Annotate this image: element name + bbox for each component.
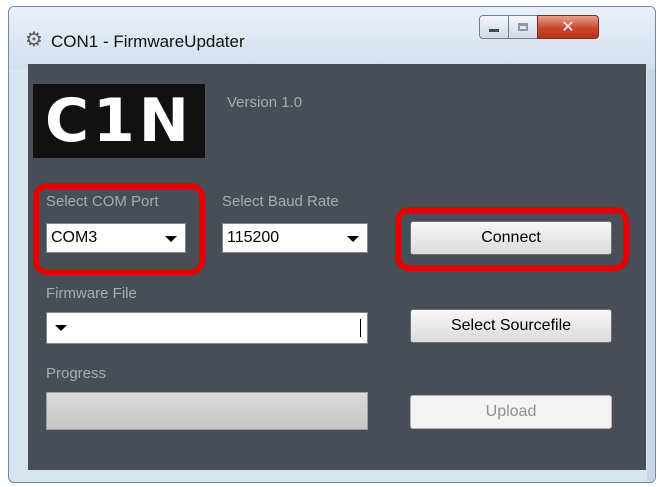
minimize-button[interactable] [479, 15, 509, 39]
title-bar[interactable]: ⚙ CON1 - FirmwareUpdater ✕ [9, 7, 655, 69]
chevron-down-icon[interactable] [55, 325, 67, 331]
text-caret [360, 319, 361, 337]
close-icon: ✕ [561, 17, 575, 36]
progress-label: Progress [46, 365, 107, 382]
baud-rate-label: Select Baud Rate [222, 193, 339, 210]
com-port-select[interactable]: COM3 [46, 223, 186, 253]
firmware-file-input[interactable] [46, 312, 368, 344]
connect-button[interactable]: Connect [410, 221, 612, 255]
maximize-button [508, 15, 538, 39]
chevron-down-icon[interactable] [347, 236, 359, 242]
firmware-file-label: Firmware File [46, 285, 137, 302]
gear-icon[interactable]: ⚙ [25, 30, 43, 50]
chevron-down-icon[interactable] [165, 236, 177, 242]
progress-bar [46, 392, 368, 430]
version-label: Version 1.0 [227, 94, 303, 111]
upload-button: Upload [410, 395, 612, 429]
baud-rate-select[interactable]: 115200 [222, 223, 368, 253]
minimize-icon [489, 29, 499, 32]
com-port-value: COM3 [51, 229, 98, 246]
window-title: CON1 - FirmwareUpdater [51, 32, 245, 51]
con-logo: C1N [33, 84, 205, 158]
maximize-icon [518, 23, 528, 31]
com-port-label: Select COM Port [46, 193, 159, 210]
window-frame-right [647, 69, 655, 482]
baud-rate-value: 115200 [227, 229, 280, 246]
close-button[interactable]: ✕ [537, 15, 599, 39]
select-sourcefile-button[interactable]: Select Sourcefile [410, 309, 612, 343]
